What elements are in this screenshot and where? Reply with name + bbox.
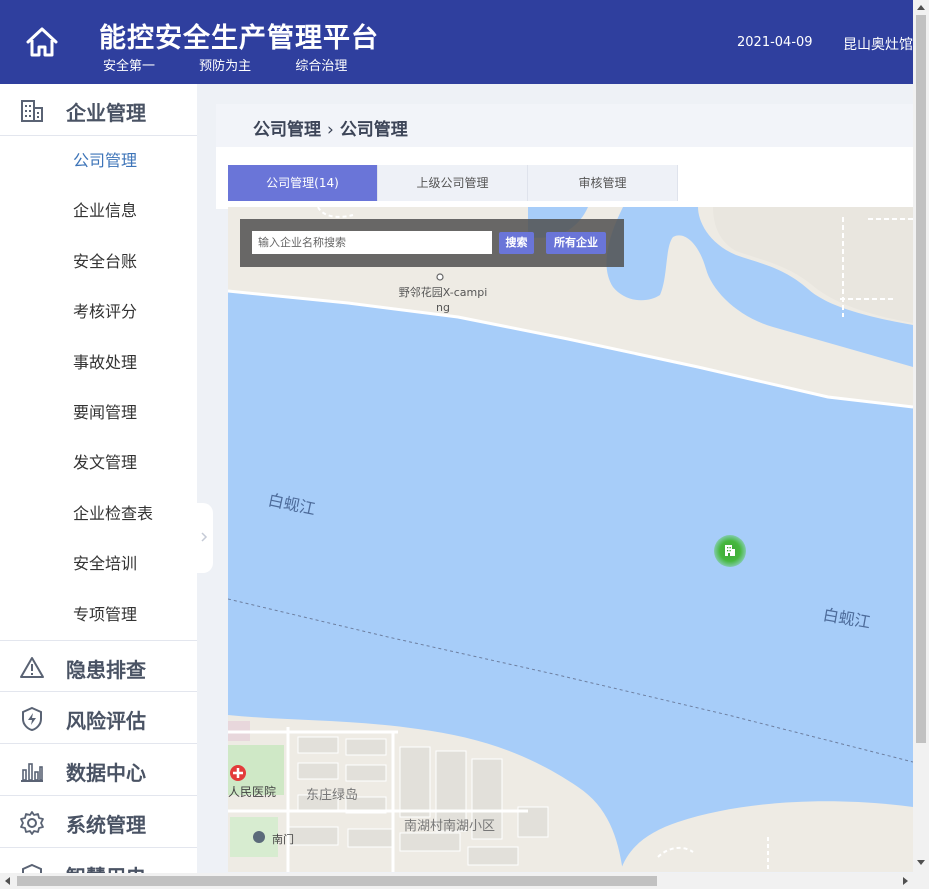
scroll-right-icon[interactable]	[903, 877, 909, 885]
horizontal-scroll-thumb[interactable]	[17, 876, 657, 886]
slogans: 安全第一 预防为主 综合治理	[103, 55, 387, 74]
breadcrumb-bar: 公司管理 › 公司管理	[216, 104, 913, 147]
app-header: 能控安全生产管理平台 安全第一 预防为主 综合治理 2021-04-09 昆山奥…	[0, 0, 929, 84]
sidebar-item-safety-ledger[interactable]: 安全台账	[0, 237, 197, 287]
home-icon[interactable]	[22, 22, 62, 62]
sidebar-item-assessment[interactable]: 考核评分	[0, 287, 197, 337]
breadcrumb-current: 公司管理	[339, 120, 408, 140]
sidebar-section-risk[interactable]: 风险评估	[0, 692, 197, 744]
sidebar-section-label: 系统管理	[66, 812, 146, 837]
sidebar-section-label: 企业管理	[66, 101, 146, 125]
slogan: 预防为主	[199, 59, 252, 74]
sidebar-item-company[interactable]: 公司管理	[0, 136, 197, 186]
breadcrumb: 公司管理 › 公司管理	[253, 115, 408, 140]
sidebar-section-power[interactable]: 智慧用电	[0, 848, 197, 874]
warning-icon	[20, 656, 44, 678]
sidebar-section-hazard[interactable]: 隐患排查	[0, 639, 197, 692]
sidebar-section-label: 隐患排查	[66, 657, 146, 682]
sidebar-item-documents[interactable]: 发文管理	[0, 438, 197, 488]
slogan: 综合治理	[295, 59, 348, 74]
sidebar: 企业管理 公司管理 企业信息 安全台账 考核评分 事故处理 要闻管理 发文管理 …	[0, 84, 197, 874]
breadcrumb-separator-icon: ›	[327, 120, 334, 140]
map-search-panel: 搜索 所有企业	[240, 219, 624, 267]
header-user[interactable]: 昆山奥灶馆	[843, 34, 913, 54]
scroll-up-icon[interactable]	[917, 4, 925, 10]
sidebar-item-accident[interactable]: 事故处理	[0, 338, 197, 388]
sidebar-item-enterprise-info[interactable]: 企业信息	[0, 186, 197, 236]
header-date: 2021-04-09	[737, 35, 813, 50]
scroll-down-icon[interactable]	[917, 860, 925, 866]
sidebar-section-data[interactable]: 数据中心	[0, 744, 197, 796]
vertical-scroll-thumb[interactable]	[916, 15, 926, 743]
tab-review[interactable]: 审核管理	[528, 165, 678, 201]
horizontal-scrollbar[interactable]	[0, 873, 929, 889]
tab-parent-company[interactable]: 上级公司管理	[378, 165, 528, 201]
sidebar-section-system[interactable]: 系统管理	[0, 796, 197, 848]
map-label-district: 东庄绿岛	[306, 788, 359, 803]
search-button[interactable]: 搜索	[499, 232, 534, 254]
map-view[interactable]: 白蚬江 白蚬江 野邻花园X-camping 人民医院 东庄绿岛 南湖村南湖小区 …	[228, 207, 913, 872]
sidebar-section-enterprise[interactable]: 企业管理	[0, 84, 197, 136]
sidebar-section-label: 风险评估	[66, 708, 146, 733]
tab-company-management[interactable]: 公司管理(14)	[228, 165, 378, 201]
map-base	[228, 207, 913, 872]
slogan: 安全第一	[103, 59, 156, 74]
breadcrumb-parent[interactable]: 公司管理	[253, 120, 321, 140]
all-enterprises-button[interactable]: 所有企业	[546, 232, 606, 254]
sidebar-item-news[interactable]: 要闻管理	[0, 388, 197, 438]
sidebar-item-training[interactable]: 安全培训	[0, 539, 197, 589]
sidebar-item-checklist[interactable]: 企业检查表	[0, 489, 197, 539]
map-label-gate: 南门	[272, 833, 294, 846]
vertical-scrollbar[interactable]	[913, 0, 929, 873]
building-icon	[21, 100, 43, 122]
scroll-left-icon[interactable]	[4, 877, 10, 885]
sidebar-collapse-toggle[interactable]	[197, 503, 213, 573]
app-title: 能控安全生产管理平台	[99, 23, 379, 54]
sidebar-section-label: 数据中心	[66, 760, 146, 785]
tab-bar: 公司管理(14) 上级公司管理 审核管理	[216, 147, 913, 209]
building-icon	[725, 545, 735, 556]
enterprise-marker[interactable]	[714, 535, 746, 567]
sidebar-item-special[interactable]: 专项管理	[0, 590, 197, 640]
chevron-right-icon	[201, 532, 208, 542]
gear-icon	[20, 811, 44, 835]
map-label-district: 南湖村南湖小区	[404, 819, 496, 834]
map-label-poi[interactable]: 野邻花园X-camping	[398, 285, 488, 315]
enterprise-search-input[interactable]	[252, 231, 492, 254]
map-label-hospital[interactable]: 人民医院	[228, 783, 276, 800]
bar-chart-icon	[21, 763, 43, 782]
submenu-enterprise: 公司管理 企业信息 安全台账 考核评分 事故处理 要闻管理 发文管理 企业检查表…	[0, 136, 197, 640]
shield-bolt-icon	[22, 706, 42, 731]
